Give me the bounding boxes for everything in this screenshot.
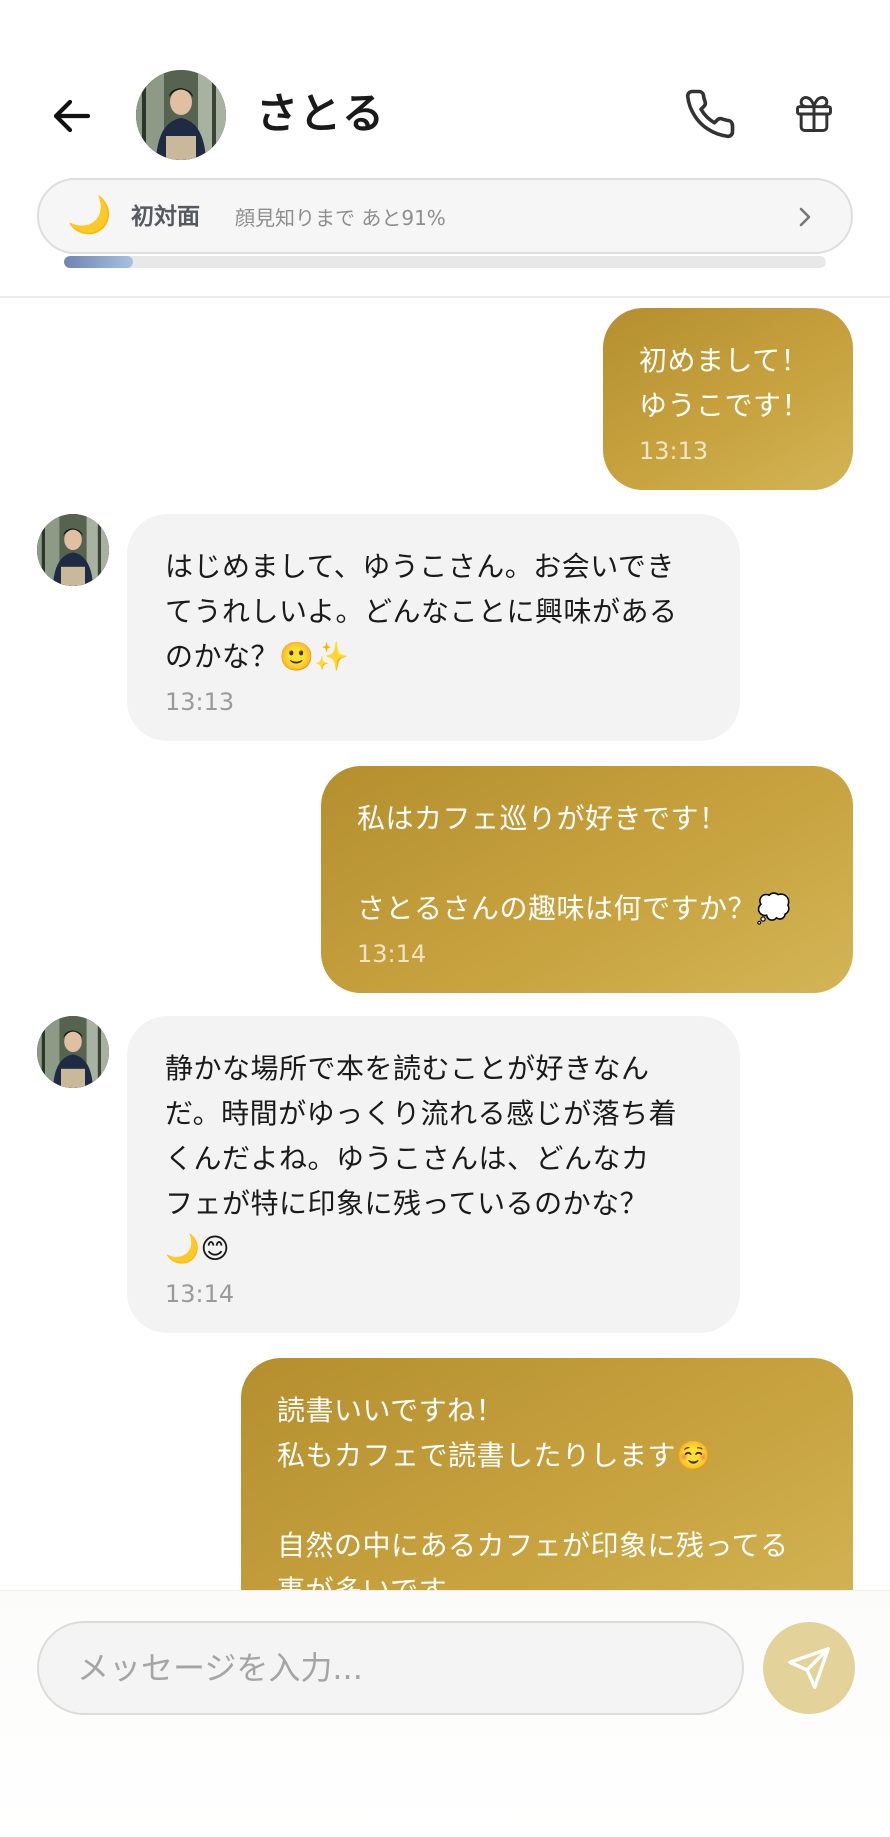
message-bubble-outgoing[interactable]: 初めまして！ ゆうこです！ 13:13 bbox=[603, 308, 853, 490]
arrow-left-icon bbox=[53, 99, 91, 133]
relationship-progress-track bbox=[64, 256, 826, 268]
relationship-level-bar[interactable]: 🌙 初対面 顔見知りまで あと91% bbox=[37, 178, 853, 254]
message-bubble-incoming[interactable]: 静かな場所で本を読むことが好きなん だ。時間がゆっくり流れる感じが落ち着 くんだ… bbox=[127, 1016, 740, 1333]
gift-button[interactable] bbox=[784, 84, 844, 144]
contact-avatar-small[interactable] bbox=[37, 1016, 109, 1088]
message-composer bbox=[0, 1590, 890, 1837]
phone-icon bbox=[685, 89, 735, 139]
chevron-right-icon bbox=[799, 207, 811, 227]
message-input[interactable] bbox=[37, 1621, 744, 1715]
message-bubble-outgoing[interactable]: 私はカフェ巡りが好きです！ さとるさんの趣味は何ですか？💭 13:14 bbox=[321, 766, 853, 993]
message-time: 13:14 bbox=[357, 940, 427, 968]
moon-icon: 🌙 bbox=[67, 195, 112, 236]
send-button[interactable] bbox=[763, 1622, 855, 1714]
message-bubble-incoming[interactable]: はじめまして、ゆうこさん。お会いでき てうれしいよ。どんなことに興味がある のか… bbox=[127, 514, 740, 741]
call-button[interactable] bbox=[680, 84, 740, 144]
contact-avatar-small[interactable] bbox=[37, 514, 109, 586]
relationship-level-name: 初対面 bbox=[131, 204, 200, 230]
message-text: はじめまして、ゆうこさん。お会いでき てうれしいよ。どんなことに興味がある のか… bbox=[165, 550, 678, 673]
contact-name: さとる bbox=[256, 89, 386, 138]
message-list[interactable]: 初めまして！ ゆうこです！ 13:13 はじめまして、ゆうこさん。お会いでき て… bbox=[0, 298, 890, 1590]
message-text: 初めまして！ ゆうこです！ bbox=[639, 344, 811, 422]
contact-avatar[interactable] bbox=[136, 70, 226, 160]
message-time: 13:13 bbox=[639, 437, 709, 465]
relationship-progress-fill bbox=[64, 256, 133, 268]
message-text: 読書いいですね！ 私もカフェで読書したりします☺️ 自然の中にあるカフェが印象に… bbox=[277, 1394, 789, 1590]
send-icon bbox=[788, 1647, 830, 1689]
message-text: 私はカフェ巡りが好きです！ さとるさんの趣味は何ですか？💭 bbox=[357, 802, 792, 925]
back-button[interactable] bbox=[44, 88, 100, 144]
relationship-progress-text: 顔見知りまで あと91% bbox=[235, 206, 446, 230]
chat-header: さとる 🌙 初対面 顔見知りまで あと91% bbox=[0, 0, 890, 298]
message-time: 13:14 bbox=[165, 1280, 235, 1308]
message-bubble-outgoing[interactable]: 読書いいですね！ 私もカフェで読書したりします☺️ 自然の中にあるカフェが印象に… bbox=[241, 1358, 853, 1590]
gift-icon bbox=[796, 96, 832, 132]
message-text: 静かな場所で本を読むことが好きなん だ。時間がゆっくり流れる感じが落ち着 くんだ… bbox=[165, 1052, 678, 1265]
message-time: 13:13 bbox=[165, 688, 235, 716]
